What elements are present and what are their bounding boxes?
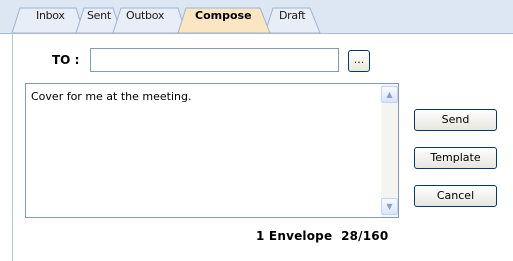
tab-bar: Inbox Sent Outbox Compose Draft xyxy=(0,0,513,34)
send-button[interactable]: Send xyxy=(414,109,497,131)
tab-sent[interactable]: Sent xyxy=(87,8,111,24)
to-label: TO : xyxy=(52,53,80,67)
envelope-counter: 1 Envelope 28/160 xyxy=(256,229,389,243)
tab-inbox[interactable]: Inbox xyxy=(36,8,65,24)
panel-border xyxy=(12,33,13,261)
template-button[interactable]: Template xyxy=(414,147,497,169)
message-textarea[interactable]: Cover for me at the meeting. ▲ ▼ xyxy=(25,83,399,218)
message-text[interactable]: Cover for me at the meeting. xyxy=(31,90,191,103)
message-scrollbar[interactable]: ▲ ▼ xyxy=(381,84,398,217)
tab-draft[interactable]: Draft xyxy=(279,8,306,24)
down-arrow-icon[interactable]: ▼ xyxy=(381,198,398,215)
browse-contacts-button[interactable]: ... xyxy=(348,50,370,72)
tab-shapes xyxy=(11,7,321,33)
to-input[interactable] xyxy=(90,48,339,72)
up-arrow-icon[interactable]: ▲ xyxy=(381,86,398,103)
cancel-button[interactable]: Cancel xyxy=(414,185,497,207)
tab-outbox[interactable]: Outbox xyxy=(126,8,164,24)
tab-compose[interactable]: Compose xyxy=(195,8,252,24)
